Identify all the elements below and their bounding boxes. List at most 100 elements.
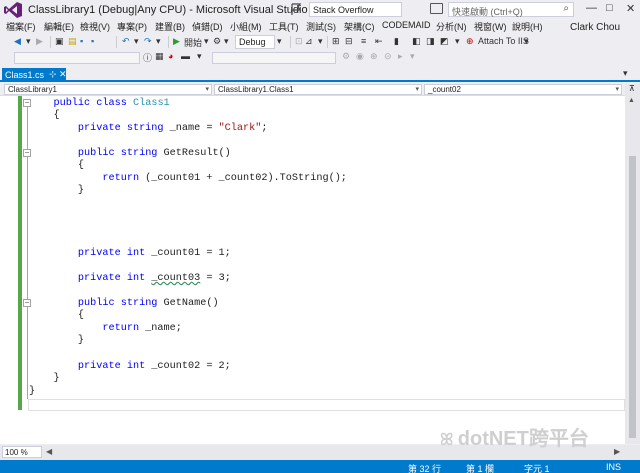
status-line: 第 32 行 <box>408 464 442 473</box>
bookmark-prev-icon[interactable]: ◧ <box>412 36 421 48</box>
quick-launch-input[interactable]: 快速啟動 (Ctrl+Q) ⌕ <box>448 2 574 17</box>
member-dropdown[interactable]: _count02 ▾ <box>424 84 622 95</box>
menu-analyze[interactable]: 分析(N) <box>436 20 467 33</box>
debug-dropdown-icon[interactable]: ▾ <box>410 51 415 63</box>
settings-dropdown-icon[interactable]: ▾ <box>224 36 229 48</box>
browse-icon[interactable]: ⊿ <box>305 36 313 48</box>
step-over-icon[interactable]: ⊕ <box>370 51 378 63</box>
zoom-dropdown[interactable]: 100 % <box>2 446 42 458</box>
toolbar-overflow-icon[interactable]: ▾ <box>455 36 460 48</box>
minimize-button[interactable]: — <box>586 2 597 14</box>
code-editor[interactable]: − − − public class Class1 { private stri… <box>0 95 625 444</box>
menu-file[interactable]: 檔案(F) <box>6 20 36 33</box>
toolbar-combo-2[interactable] <box>212 52 336 64</box>
menu-tools[interactable]: 工具(T) <box>269 20 299 33</box>
user-name[interactable]: Clark Chou <box>570 22 620 33</box>
project-dropdown[interactable]: ClassLibrary1 ▾ <box>4 84 212 95</box>
code-line: { <box>29 160 85 171</box>
browse-dropdown-icon[interactable]: ▾ <box>318 36 323 48</box>
format-icon[interactable]: ≡ <box>361 36 366 48</box>
grid-icon[interactable]: ▦ <box>155 51 164 63</box>
code-line: } <box>29 373 60 384</box>
redo-icon[interactable]: ↷ <box>144 36 152 48</box>
split-view-icon[interactable]: ⊼ <box>629 84 636 93</box>
stop-icon[interactable]: ◉ <box>356 51 364 63</box>
stack-overflow-search[interactable]: Stack Overflow <box>309 2 402 17</box>
close-tab-icon[interactable]: ✕ <box>59 69 67 80</box>
tab-class1-cs[interactable]: Class1.cs ⊹ ✕ <box>2 68 67 82</box>
toolbar2-dropdown-icon[interactable]: ▾ <box>197 51 202 63</box>
menu-debug[interactable]: 偵錯(D) <box>192 20 223 33</box>
undo-icon[interactable]: ↶ <box>122 36 130 48</box>
menu-window[interactable]: 視窗(W) <box>474 20 507 33</box>
back-icon[interactable]: ◀ <box>14 36 21 48</box>
bookmark-icon[interactable]: ▮ <box>394 36 399 48</box>
new-project-icon[interactable]: ▣ <box>55 36 64 48</box>
forward-icon[interactable]: ▶ <box>36 36 43 48</box>
menu-edit[interactable]: 編輯(E) <box>44 20 74 33</box>
settings-icon[interactable]: ⚙ <box>213 36 221 48</box>
undo-dropdown-icon[interactable]: ▾ <box>134 36 139 48</box>
start-icon[interactable]: ▶ <box>173 36 180 48</box>
pin-icon[interactable]: ⊹ <box>49 69 57 80</box>
step-out-icon[interactable]: ▸ <box>398 51 403 63</box>
save-icon[interactable]: ▪ <box>80 36 83 48</box>
find-icon[interactable]: ⊡ <box>295 36 303 48</box>
start-dropdown-icon[interactable]: ▾ <box>204 36 209 48</box>
restore-button[interactable]: □ <box>606 2 613 14</box>
menu-codemaid[interactable]: CODEMAID <box>382 20 431 30</box>
code-line: private int _count02 = 2; <box>77 361 231 372</box>
zoom-value: 100 % <box>5 448 28 457</box>
bookmark-next-icon[interactable]: ◨ <box>426 36 435 48</box>
redo-dropdown-icon[interactable]: ▾ <box>156 36 161 48</box>
bookmark-clear-icon[interactable]: ◩ <box>440 36 449 48</box>
toolbar-combo-1[interactable] <box>14 52 140 64</box>
start-button-label[interactable]: 開始 <box>184 36 202 48</box>
step-icon[interactable]: ⚙ <box>342 51 350 63</box>
align-icon[interactable]: ⊟ <box>345 36 353 48</box>
tab-label: Class1.cs <box>5 70 45 80</box>
code-line: public class Class1 <box>53 98 170 109</box>
menu-view[interactable]: 檢視(V) <box>80 20 110 33</box>
back-dropdown-icon[interactable]: ▾ <box>26 36 31 48</box>
close-button[interactable]: ✕ <box>626 2 635 15</box>
scroll-left-icon[interactable]: ◀ <box>46 447 52 456</box>
scroll-up-icon[interactable]: ▲ <box>628 97 635 104</box>
attach-dropdown-icon[interactable]: ▾ <box>524 36 529 48</box>
solution-explorer-icon[interactable]: ⊞ <box>332 36 340 48</box>
code-line: } <box>29 386 36 397</box>
class-value: ClassLibrary1.Class1 <box>218 85 294 94</box>
scrollbar-thumb[interactable] <box>629 156 636 438</box>
configuration-value: Debug <box>239 37 266 47</box>
console-icon[interactable]: ▬ <box>181 51 190 63</box>
menu-project[interactable]: 專案(P) <box>117 20 147 33</box>
code-line: public string GetName() <box>77 298 219 309</box>
vertical-scrollbar[interactable]: ⊼ ▲ <box>625 84 640 444</box>
menu-architecture[interactable]: 架構(C) <box>344 20 375 33</box>
configuration-dropdown-icon[interactable]: ▾ <box>277 36 282 48</box>
member-value: _count02 <box>428 85 461 94</box>
code-line: private string _name = "Clark"; <box>77 123 268 134</box>
document-tab-row: Class1.cs ⊹ ✕ ▾ <box>0 68 640 82</box>
open-file-icon[interactable]: ▤ <box>68 36 77 48</box>
class-dropdown[interactable]: ClassLibrary1.Class1 ▾ <box>214 84 422 95</box>
menu-build[interactable]: 建置(B) <box>155 20 185 33</box>
step-into-icon[interactable]: ⊝ <box>384 51 392 63</box>
standard-toolbar: ◀ ▾ ▶ ▣ ▤ ▪ ▪ ↶ ▾ ↷ ▾ ▶ 開始 ▾ ⚙ ▾ Debug ▾… <box>0 34 640 50</box>
toolbar-separator <box>327 36 328 48</box>
feedback-icon[interactable] <box>430 3 443 14</box>
scroll-right-icon[interactable]: ▶ <box>614 447 620 456</box>
menu-test[interactable]: 測試(S) <box>306 20 336 33</box>
menu-team[interactable]: 小組(M) <box>230 20 262 33</box>
save-all-icon[interactable]: ▪ <box>91 36 94 48</box>
menu-help[interactable]: 說明(H) <box>512 20 543 33</box>
outdent-icon[interactable]: ⇤ <box>375 36 383 48</box>
code-line: } <box>29 185 85 196</box>
info-icon[interactable]: ⓘ <box>143 51 152 63</box>
attach-to-iis-button[interactable]: Attach To IIS <box>478 36 529 48</box>
configuration-dropdown[interactable]: Debug <box>235 35 275 49</box>
refresh-icon[interactable]: ◕ <box>168 51 173 63</box>
iis-icon[interactable]: ⊕ <box>466 36 474 48</box>
notification-flag-icon[interactable] <box>290 3 302 16</box>
tab-list-dropdown-icon[interactable]: ▾ <box>623 68 628 80</box>
